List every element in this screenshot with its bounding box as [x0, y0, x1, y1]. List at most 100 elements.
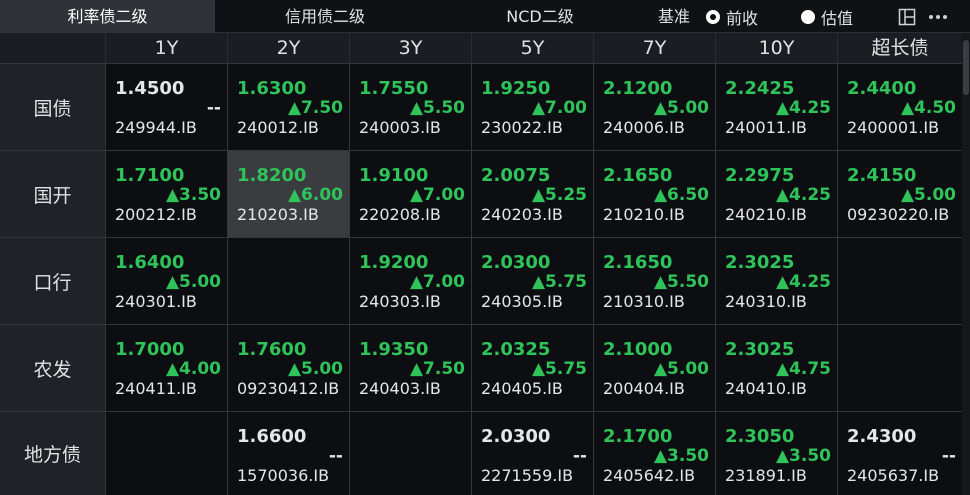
bond-change: ▲4.75: [775, 359, 831, 379]
bond-yield: 1.9250: [481, 78, 551, 99]
scrollbar-thumb[interactable]: [963, 40, 969, 95]
bond-cell[interactable]: 2.0300 ▲5.75 240305.IB: [471, 237, 593, 324]
tab-ncd[interactable]: NCD二级: [470, 0, 610, 33]
bond-cell[interactable]: 1.7000 ▲4.00 240411.IB: [105, 324, 227, 411]
bond-yield: 2.1650: [603, 165, 673, 186]
bond-change: ▲5.75: [531, 359, 587, 379]
bond-code: 210203.IB: [237, 205, 319, 224]
bond-cell[interactable]: 1.8200 ▲6.00 210203.IB: [227, 150, 349, 237]
bond-yield: 2.4300: [847, 426, 917, 447]
bond-cell[interactable]: 1.4500 -- 249944.IB: [105, 63, 227, 150]
bond-yield: 1.7000: [115, 339, 185, 360]
bond-yield: 1.6400: [115, 252, 185, 273]
bond-yield: 2.3050: [725, 426, 795, 447]
bond-cell[interactable]: 1.6300 ▲7.50 240012.IB: [227, 63, 349, 150]
bond-change: ▲7.00: [409, 185, 465, 205]
empty-cell: [105, 411, 227, 495]
bond-cell[interactable]: 2.3050 ▲3.50 231891.IB: [715, 411, 837, 495]
bond-cell[interactable]: 1.7100 ▲3.50 200212.IB: [105, 150, 227, 237]
bond-cell[interactable]: 2.4150 ▲5.00 09230220.IB: [837, 150, 962, 237]
bond-code: 240411.IB: [115, 379, 197, 398]
yield-grid: 1Y 2Y 3Y 5Y 7Y 10Y 超长债 国债 1.4500 -- 249944.IB 1.63…: [0, 33, 962, 495]
bond-cell[interactable]: 2.2425 ▲4.25 240011.IB: [715, 63, 837, 150]
bond-cell[interactable]: 2.4300 -- 2405637.IB: [837, 411, 962, 495]
bond-code: 2405637.IB: [847, 466, 940, 485]
bond-cell[interactable]: 2.3025 ▲4.75 240410.IB: [715, 324, 837, 411]
radio-prev-close[interactable]: 前收: [706, 0, 758, 33]
bond-cell[interactable]: 2.1650 ▲5.50 210310.IB: [593, 237, 715, 324]
bond-code: 240210.IB: [725, 205, 807, 224]
column-header: 1Y: [105, 33, 227, 63]
bond-cell[interactable]: 1.6600 -- 1570036.IB: [227, 411, 349, 495]
bond-cell[interactable]: 2.1000 ▲5.00 200404.IB: [593, 324, 715, 411]
bond-cell[interactable]: 2.1650 ▲6.50 210210.IB: [593, 150, 715, 237]
empty-cell: [837, 237, 962, 324]
bond-yield: 1.7100: [115, 165, 185, 186]
bond-change: --: [572, 446, 587, 466]
bond-cell[interactable]: 2.0325 ▲5.75 240405.IB: [471, 324, 593, 411]
top-bar: 利率债二级 信用债二级 NCD二级 基准 前收 估值: [0, 0, 970, 33]
bond-yield: 1.4500: [115, 78, 185, 99]
bond-change: ▲5.00: [653, 98, 709, 118]
bond-cell[interactable]: 2.3025 ▲4.25 240310.IB: [715, 237, 837, 324]
bond-cell[interactable]: 1.7600 ▲5.00 09230412.IB: [227, 324, 349, 411]
bond-cell[interactable]: 1.9350 ▲7.50 240403.IB: [349, 324, 471, 411]
layout-icon[interactable]: [898, 8, 916, 26]
bond-code: 240303.IB: [359, 292, 441, 311]
radio-prev-close-label: 前收: [726, 8, 759, 28]
tab-credit-bond[interactable]: 信用债二级: [240, 0, 410, 33]
bond-cell[interactable]: 1.9250 ▲7.00 230022.IB: [471, 63, 593, 150]
empty-cell: [837, 324, 962, 411]
empty-cell: [227, 237, 349, 324]
row-header: 口行: [0, 237, 105, 324]
bond-change: ▲3.50: [775, 446, 831, 466]
column-header-row: 1Y 2Y 3Y 5Y 7Y 10Y 超长债: [0, 33, 962, 63]
column-header: 5Y: [471, 33, 593, 63]
bond-change: ▲5.25: [531, 185, 587, 205]
bond-yield: 2.2975: [725, 165, 795, 186]
bond-cell[interactable]: 2.0075 ▲5.25 240203.IB: [471, 150, 593, 237]
bond-yield: 2.0075: [481, 165, 551, 186]
bond-yield: 2.0300: [481, 252, 551, 273]
bond-code: 09230412.IB: [237, 379, 340, 398]
radio-valuation[interactable]: 估值: [801, 0, 853, 33]
bond-code: 240012.IB: [237, 118, 319, 137]
bond-cell[interactable]: 1.9200 ▲7.00 240303.IB: [349, 237, 471, 324]
bond-code: 210210.IB: [603, 205, 685, 224]
bond-cell[interactable]: 1.9100 ▲7.00 220208.IB: [349, 150, 471, 237]
bond-change: ▲5.00: [287, 359, 343, 379]
bond-change: ▲7.50: [409, 359, 465, 379]
bond-yield: 2.2425: [725, 78, 795, 99]
bond-cell[interactable]: 2.1200 ▲5.00 240006.IB: [593, 63, 715, 150]
bond-code: 240203.IB: [481, 205, 563, 224]
bond-cell[interactable]: 1.7550 ▲5.50 240003.IB: [349, 63, 471, 150]
bond-change: --: [206, 98, 221, 118]
bond-code: 220208.IB: [359, 205, 441, 224]
bond-cell[interactable]: 2.1700 ▲3.50 2405642.IB: [593, 411, 715, 495]
scrollbar-track[interactable]: [962, 33, 970, 495]
bond-cell[interactable]: 2.2975 ▲4.25 240210.IB: [715, 150, 837, 237]
bond-code: 240011.IB: [725, 118, 807, 137]
row-header: 国债: [0, 63, 105, 150]
bond-change: ▲4.25: [775, 272, 831, 292]
bond-yield: 1.6300: [237, 78, 307, 99]
bond-change: ▲4.50: [900, 98, 956, 118]
bond-yield: 2.1200: [603, 78, 673, 99]
bond-yield: 1.7550: [359, 78, 429, 99]
bond-code: 200212.IB: [115, 205, 197, 224]
tab-rate-bond[interactable]: 利率债二级: [0, 0, 215, 33]
bond-yield: 2.1000: [603, 339, 673, 360]
bond-code: 2271559.IB: [481, 466, 574, 485]
bond-code: 240403.IB: [359, 379, 441, 398]
bond-yield: 1.9350: [359, 339, 429, 360]
bond-cell[interactable]: 2.0300 -- 2271559.IB: [471, 411, 593, 495]
empty-cell: [349, 411, 471, 495]
bond-cell[interactable]: 1.6400 ▲5.00 240301.IB: [105, 237, 227, 324]
more-icon[interactable]: [928, 8, 948, 26]
bond-change: ▲5.50: [653, 272, 709, 292]
bond-code: 249944.IB: [115, 118, 197, 137]
column-header: 超长债: [837, 33, 962, 63]
bond-cell[interactable]: 2.4400 ▲4.50 2400001.IB: [837, 63, 962, 150]
bond-code: 200404.IB: [603, 379, 685, 398]
bond-change: ▲5.00: [900, 185, 956, 205]
